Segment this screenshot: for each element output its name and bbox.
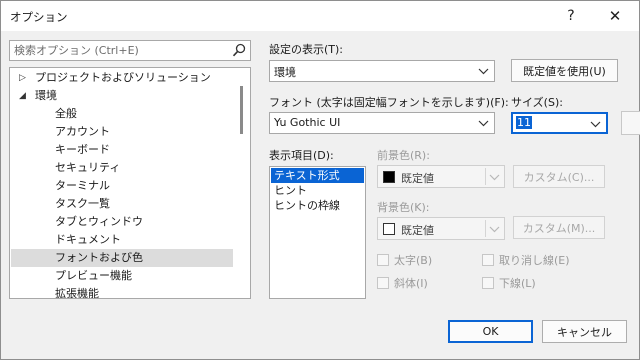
close-button[interactable]: ✕ <box>593 1 637 31</box>
foreground-color-label: 前景色(R): <box>377 149 430 162</box>
foreground-color-swatch <box>383 171 395 183</box>
font-preview-edge <box>621 111 640 135</box>
tree-item-label: ターミナル <box>55 179 110 192</box>
checkbox-box[interactable] <box>482 254 494 266</box>
title-bar: オプション ? ✕ <box>1 1 639 31</box>
tree-item-label: フォントおよび色 <box>55 251 143 264</box>
bold-checkbox[interactable]: 太字(B) <box>377 252 432 268</box>
tree-item-label: ドキュメント <box>55 233 121 246</box>
display-items-list[interactable]: テキスト形式 ヒント ヒントの枠線 <box>269 166 366 299</box>
tree-item-label: アカウント <box>55 125 110 138</box>
tree-item-label: 環境 <box>35 89 57 102</box>
tree-item-security[interactable]: セキュリティ <box>11 159 233 177</box>
tree-item-label: 全般 <box>55 107 77 120</box>
tree-scrollbar[interactable] <box>234 69 249 297</box>
size-value: 11 <box>516 116 532 129</box>
background-color-swatch <box>383 223 395 235</box>
use-defaults-button[interactable]: 既定値を使用(U) <box>511 59 618 82</box>
search-box <box>9 40 251 61</box>
tree-scrollbar-thumb[interactable] <box>240 86 243 134</box>
list-item[interactable]: テキスト形式 <box>271 168 364 183</box>
show-settings-for-value: 環境 <box>274 66 296 79</box>
tree-item-documents[interactable]: ドキュメント <box>11 231 233 249</box>
italic-checkbox[interactable]: 斜体(I) <box>377 275 428 291</box>
chevron-down-icon <box>489 174 500 181</box>
tree-item-projects-and-solutions[interactable]: ▷ プロジェクトおよびソリューション <box>11 69 233 87</box>
underline-checkbox[interactable]: 下線(L) <box>482 275 536 291</box>
background-color-label: 背景色(K): <box>377 201 430 214</box>
tree-item-label: セキュリティ <box>55 161 121 174</box>
size-label: サイズ(S): <box>511 96 563 109</box>
combo-divider <box>485 168 486 185</box>
tree-item-terminal[interactable]: ターミナル <box>11 177 233 195</box>
tree-item-fonts-and-colors[interactable]: フォントおよび色 <box>11 249 233 267</box>
tree-item-general[interactable]: 全般 <box>11 105 233 123</box>
options-dialog: オプション ? ✕ ▷ プロジェクトおよびソリューション ◢ 環境 全般 アカウ… <box>0 0 640 360</box>
search-input[interactable] <box>14 43 224 58</box>
tree-item-label: タスク一覧 <box>55 197 110 210</box>
search-icon[interactable] <box>232 43 246 58</box>
tree-item-label: 拡張機能 <box>55 287 99 299</box>
display-items-label: 表示項目(D): <box>269 149 334 162</box>
tree-item-extensions[interactable]: 拡張機能 <box>11 285 233 299</box>
tree-item-label: キーボード <box>55 143 110 156</box>
bold-label: 太字(B) <box>394 254 433 267</box>
background-color-value: 既定値 <box>401 224 434 237</box>
tree-item-environment[interactable]: ◢ 環境 <box>11 87 233 105</box>
close-icon: ✕ <box>608 7 622 25</box>
tree-item-label: タブとウィンドウ <box>55 215 143 228</box>
strikethrough-checkbox[interactable]: 取り消し線(E) <box>482 252 570 268</box>
strikethrough-label: 取り消し線(E) <box>499 254 570 267</box>
checkbox-box[interactable] <box>482 277 494 289</box>
font-select[interactable]: Yu Gothic UI <box>269 112 495 134</box>
help-icon: ? <box>567 8 575 24</box>
chevron-down-icon <box>489 226 500 233</box>
background-color-select[interactable]: 既定値 <box>377 217 505 240</box>
combo-divider <box>485 220 486 237</box>
foreground-custom-button[interactable]: カスタム(C)... <box>513 165 605 188</box>
underline-label: 下線(L) <box>499 277 536 290</box>
tree-item-label: プロジェクトおよびソリューション <box>35 71 211 84</box>
checkbox-box[interactable] <box>377 254 389 266</box>
window-title: オプション <box>10 10 68 24</box>
expand-arrow-icon[interactable]: ▷ <box>19 69 26 87</box>
chevron-down-icon <box>478 120 489 127</box>
help-button[interactable]: ? <box>549 1 593 31</box>
collapse-arrow-icon[interactable]: ◢ <box>19 87 26 105</box>
cancel-button[interactable]: キャンセル <box>542 320 627 343</box>
ok-button[interactable]: OK <box>448 320 533 343</box>
font-value: Yu Gothic UI <box>274 116 341 129</box>
tree-item-preview-features[interactable]: プレビュー機能 <box>11 267 233 285</box>
tree-item-label: プレビュー機能 <box>55 269 132 282</box>
show-settings-for-select[interactable]: 環境 <box>269 60 495 82</box>
list-item[interactable]: ヒントの枠線 <box>271 198 364 213</box>
size-select[interactable]: 11 <box>511 112 608 134</box>
foreground-color-value: 既定値 <box>401 172 434 185</box>
tree-item-tabs-and-windows[interactable]: タブとウィンドウ <box>11 213 233 231</box>
tree-item-task-list[interactable]: タスク一覧 <box>11 195 233 213</box>
tree-item-keyboard[interactable]: キーボード <box>11 141 233 159</box>
options-tree[interactable]: ▷ プロジェクトおよびソリューション ◢ 環境 全般 アカウント キーボード セ… <box>9 67 251 299</box>
chevron-down-icon <box>590 121 601 128</box>
checkbox-box[interactable] <box>377 277 389 289</box>
list-item[interactable]: ヒント <box>271 183 364 198</box>
foreground-color-select[interactable]: 既定値 <box>377 165 505 188</box>
tree-item-accounts[interactable]: アカウント <box>11 123 233 141</box>
italic-label: 斜体(I) <box>394 277 428 290</box>
chevron-down-icon <box>478 68 489 75</box>
show-settings-for-label: 設定の表示(T): <box>269 43 344 56</box>
font-label: フォント (太字は固定幅フォントを示します)(F): <box>269 96 509 109</box>
background-custom-button[interactable]: カスタム(M)... <box>513 216 605 239</box>
